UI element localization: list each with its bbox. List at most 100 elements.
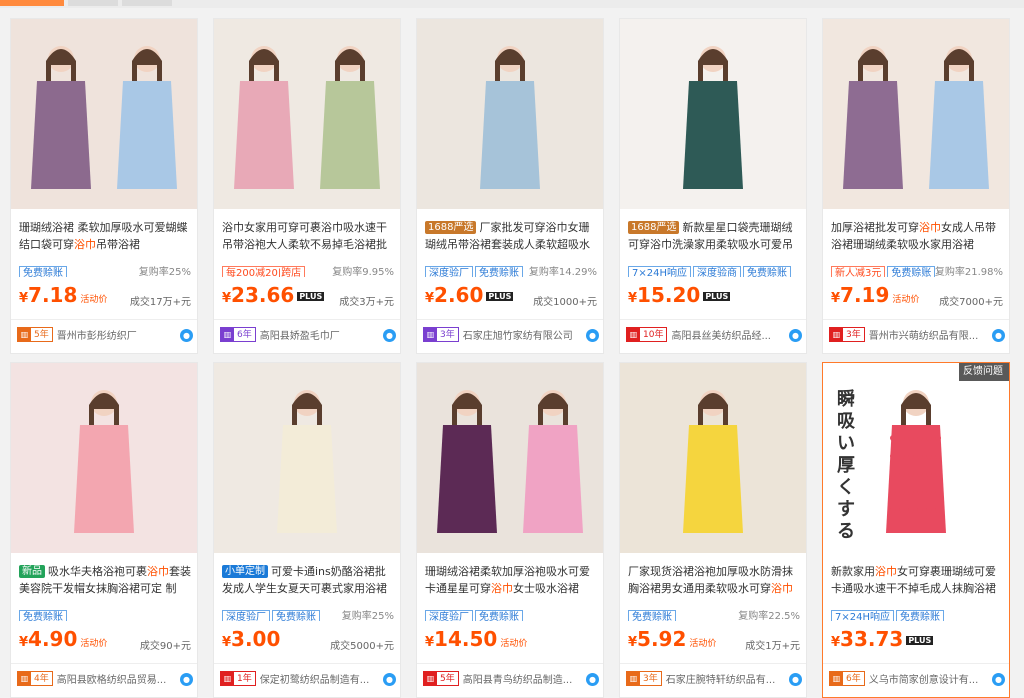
product-image[interactable] [417, 19, 603, 209]
product-image[interactable] [214, 363, 400, 553]
bath-skirt-shape [480, 81, 540, 189]
service-tag[interactable]: 深度验厂 [425, 266, 473, 277]
product-image[interactable]: 瞬吸い 厚くする 反馈问题 [823, 363, 1009, 553]
store-info[interactable]: ▥ 3年 晋州市兴萌纺织品有限... [829, 327, 1005, 345]
chat-icon[interactable]: ● [180, 329, 193, 342]
chat-icon[interactable]: ● [992, 329, 1005, 342]
store-name[interactable]: 保定初鹭纺织品制造有... [260, 675, 370, 686]
service-tag[interactable]: 每200减20|跨店 [222, 266, 306, 277]
store-info[interactable]: ▥ 6年 义乌市简家创意设计有... [829, 671, 1005, 689]
service-tag[interactable]: 免费赊账 [896, 610, 944, 621]
service-tag[interactable]: 免费赊账 [19, 610, 67, 621]
product-image[interactable] [11, 363, 197, 553]
product-title[interactable]: 浴巾女家用可穿可裹浴巾吸水速干吊带浴袍大人柔软不易掉毛浴裙批发 [222, 219, 396, 253]
service-tag[interactable]: 深度验商 [693, 266, 741, 277]
service-tag[interactable]: 深度验厂 [222, 610, 270, 621]
product-image[interactable] [620, 19, 806, 209]
service-tag[interactable]: 免费赊账 [272, 610, 320, 621]
product-photo[interactable] [620, 363, 806, 553]
feedback-button[interactable]: 反馈问题 [959, 363, 1009, 381]
service-tag[interactable]: 7×24H响应 [628, 266, 691, 277]
product-title[interactable]: 厂家现货浴裙浴袍加厚吸水防滑抹胸浴裙男女通用柔软吸水可穿浴巾 [628, 563, 802, 597]
product-photo[interactable] [11, 363, 197, 553]
store-name[interactable]: 石家庄旭竹家纺有限公司 [463, 331, 573, 342]
store-name[interactable]: 高阳县娇盈毛巾厂 [260, 331, 340, 342]
store-name[interactable]: 高阳县丝美纺织品经... [671, 331, 771, 342]
store-years: 10年 [643, 330, 664, 340]
product-title[interactable]: 新款家用浴巾女可穿裹珊瑚绒可爱卡通吸水速干不掉毛成人抹胸浴裙 [831, 563, 1005, 597]
product-card[interactable]: 厂家现货浴裙浴袍加厚吸水防滑抹胸浴裙男女通用柔软吸水可穿浴巾 免费赊账 复购率22.… [619, 362, 807, 698]
store-name[interactable]: 晋州市彭彤纺织厂 [57, 331, 137, 342]
chat-icon[interactable]: ● [586, 329, 599, 342]
chat-icon[interactable]: ● [383, 329, 396, 342]
service-tag[interactable]: 免费赊账 [475, 266, 523, 277]
product-card[interactable]: 珊瑚绒浴裙 柔软加厚吸水可爱蝴蝶结口袋可穿浴巾吊带浴裙 免费赊账 复购率25% ¥7.… [10, 18, 198, 354]
product-title[interactable]: 1688严选新款星星口袋壳珊瑚绒可穿浴巾洗澡家用柔软吸水可爱吊带浴 [628, 219, 802, 253]
service-tag[interactable]: 免费赊账 [743, 266, 791, 277]
product-image[interactable] [823, 19, 1009, 209]
store-info[interactable]: ▥ 1年 保定初鹭纺织品制造有... [220, 671, 396, 689]
strawberry-pattern-dot [926, 453, 932, 459]
store-name[interactable]: 高阳县青鸟纺织品制造... [463, 675, 573, 686]
service-tag[interactable]: 免费赊账 [887, 266, 936, 277]
product-title[interactable]: 珊瑚绒浴裙柔软加厚浴袍吸水可爱卡通星星可穿浴巾女士吸水浴裙 [425, 563, 599, 597]
shop-icon: ▥ [627, 672, 640, 685]
product-title[interactable]: 小单定制可爱卡通ins奶酪浴裙批发成人学生女夏天可裹式家用浴裙柔软 [222, 563, 396, 597]
store-name[interactable]: 晋州市兴萌纺织品有限... [869, 331, 979, 342]
store-info[interactable]: ▥ 5年 晋州市彭彤纺织厂 [17, 327, 193, 345]
product-photo[interactable] [417, 19, 603, 209]
product-photo[interactable] [214, 19, 400, 209]
product-title[interactable]: 新品 吸水华夫格浴袍可裹浴巾套装 美容院干发帽女抹胸浴裙可定 制 [19, 563, 193, 597]
store-info[interactable]: ▥ 3年 石家庄腕特轩纺织品有... [626, 671, 802, 689]
bath-skirt-shape [683, 425, 743, 533]
strawberry-pattern-dot [899, 435, 905, 441]
service-tag[interactable]: 免费赊账 [628, 610, 676, 621]
chat-icon[interactable]: ● [586, 673, 599, 686]
repurchase-rate: 复购率9.95% [332, 267, 394, 278]
service-tag[interactable]: 免费赊账 [475, 610, 523, 621]
store-name[interactable]: 义乌市简家创意设计有... [869, 675, 979, 686]
store-info[interactable]: ▥ 6年 高阳县娇盈毛巾厂 [220, 327, 396, 345]
service-tag[interactable]: 深度验厂 [425, 610, 473, 621]
product-card[interactable]: 浴巾女家用可穿可裹浴巾吸水速干吊带浴袍大人柔软不易掉毛浴裙批发每200减20|跨… [213, 18, 401, 354]
product-image[interactable] [214, 19, 400, 209]
chat-icon[interactable]: ● [180, 673, 193, 686]
store-info[interactable]: ▥ 3年 石家庄旭竹家纺有限公司 [423, 327, 599, 345]
product-photo[interactable] [417, 363, 603, 553]
product-image[interactable] [620, 363, 806, 553]
store-info[interactable]: ▥ 5年 高阳县青鸟纺织品制造... [423, 671, 599, 689]
strawberry-pattern-dot [935, 435, 941, 441]
product-card[interactable]: 小单定制可爱卡通ins奶酪浴裙批发成人学生女夏天可裹式家用浴裙柔软深度验厂免费赊… [213, 362, 401, 698]
chat-icon[interactable]: ● [383, 673, 396, 686]
product-card[interactable]: 1688严选新款星星口袋壳珊瑚绒可穿浴巾洗澡家用柔软吸水可爱吊带浴 7×24H响应… [619, 18, 807, 354]
product-photo[interactable] [214, 363, 400, 553]
price-value: 14.50 [434, 627, 498, 651]
product-card[interactable]: 珊瑚绒浴裙柔软加厚浴袍吸水可爱卡通星星可穿浴巾女士吸水浴裙 深度验厂 免费赊账 ¥14… [416, 362, 604, 698]
strawberry-pattern-dot [917, 507, 923, 513]
store-name[interactable]: 高阳县欧格纺织品贸易... [57, 675, 167, 686]
product-photo[interactable] [11, 19, 197, 209]
sales-volume: 成交1万+元 [745, 641, 800, 652]
bath-skirt-shape [523, 425, 583, 533]
store-info[interactable]: ▥ 4年 高阳县欧格纺织品贸易... [17, 671, 193, 689]
product-card[interactable]: 1688严选厂家批发可穿浴巾女珊瑚绒吊带浴裙套装成人柔软超吸水不掉深度验厂免费赊… [416, 18, 604, 354]
chat-icon[interactable]: ● [992, 673, 1005, 686]
product-card[interactable]: 新品 吸水华夫格浴袍可裹浴巾套装 美容院干发帽女抹胸浴裙可定 制免费赊账 ¥4.90… [10, 362, 198, 698]
product-title[interactable]: 加厚浴裙批发可穿浴巾女成人吊带浴裙珊瑚绒柔软吸水家用浴裙 [831, 219, 1005, 253]
product-image[interactable] [11, 19, 197, 209]
service-tag[interactable]: 新人减3元 [831, 266, 886, 277]
chat-icon[interactable]: ● [789, 673, 802, 686]
product-card[interactable]: 加厚浴裙批发可穿浴巾女成人吊带浴裙珊瑚绒柔软吸水家用浴裙 新人减3元 免费赊账 复购率… [822, 18, 1010, 354]
service-tag[interactable]: 免费赊账 [19, 266, 67, 277]
product-photo[interactable] [620, 19, 806, 209]
product-photo[interactable] [823, 19, 1009, 209]
chat-icon[interactable]: ● [789, 329, 802, 342]
product-card[interactable]: 瞬吸い 厚くする 反馈问题新款家用浴巾女可穿裹珊瑚绒可爱卡通吸水速干不掉毛成人抹胸… [822, 362, 1010, 698]
strawberry-pattern-dot [890, 453, 896, 459]
store-info[interactable]: ▥ 10年 高阳县丝美纺织品经... [626, 327, 802, 345]
product-image[interactable] [417, 363, 603, 553]
service-tag[interactable]: 7×24H响应 [831, 610, 894, 621]
product-title[interactable]: 珊瑚绒浴裙 柔软加厚吸水可爱蝴蝶结口袋可穿浴巾吊带浴裙 [19, 219, 193, 253]
product-title[interactable]: 1688严选厂家批发可穿浴巾女珊瑚绒吊带浴裙套装成人柔软超吸水不掉 [425, 219, 599, 253]
store-name[interactable]: 石家庄腕特轩纺织品有... [666, 675, 776, 686]
